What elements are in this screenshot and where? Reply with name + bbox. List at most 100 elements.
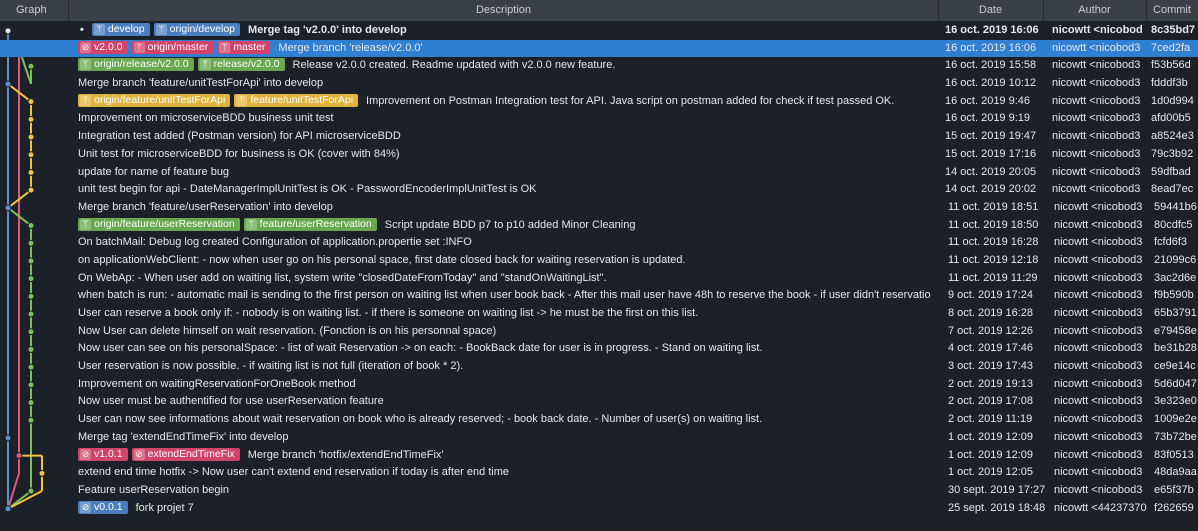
badge-label: v2.0.0 <box>94 40 123 53</box>
commit-row[interactable]: • ᛘ develop ᛘ origin/develop Merge tag 'v2.0.… <box>0 22 1198 40</box>
branch-badge[interactable]: ᛘ feature/unitTestForApi <box>234 93 359 107</box>
tag-badge[interactable]: ⊘ v1.0.1 <box>78 447 128 461</box>
column-header-graph[interactable]: Graph <box>0 0 69 21</box>
commit-author: nicowtt <nicobod3 <box>1052 147 1141 160</box>
commit-row[interactable]: ⊘ v0.0.1 fork projet 7 25 sept. 2019 18:48 n… <box>0 500 1198 518</box>
branch-badge[interactable]: ᛘ develop <box>91 23 150 36</box>
commit-row[interactable]: Integration test added (Postman version)… <box>0 128 1198 146</box>
commit-date: 16 oct. 2019 9:46 <box>945 94 1031 107</box>
commit-hash: ce9e14c <box>1154 360 1196 373</box>
commit-description: Improvement on waitingReservationForOneB… <box>78 376 938 394</box>
column-header-description[interactable]: Description <box>69 0 939 21</box>
commit-row[interactable]: Now user can see on his personalSpace: -… <box>0 340 1198 358</box>
commit-date: 2 oct. 2019 11:19 <box>948 413 1033 426</box>
commit-row[interactable]: On batchMail: Debug log created Configur… <box>0 234 1198 252</box>
commit-hash: f53b56d <box>1151 59 1191 72</box>
commit-row[interactable]: User can now see informations about wait… <box>0 411 1198 429</box>
badge-label: origin/feature/userReservation <box>94 217 235 230</box>
commit-author: nicowtt <nicobod3 <box>1052 77 1141 90</box>
commit-date: 2 oct. 2019 17:08 <box>948 395 1034 408</box>
commit-row[interactable]: Improvement on waitingReservationForOneB… <box>0 376 1198 394</box>
commit-row[interactable]: Merge branch 'feature/userReservation' i… <box>0 199 1198 217</box>
commit-message: fork projet 7 <box>135 501 194 514</box>
commit-date: 15 oct. 2019 17:16 <box>945 147 1037 160</box>
commit-row[interactable]: unit test begin for api - DateManagerImp… <box>0 181 1198 199</box>
branch-badge[interactable]: ᛘ origin/feature/userReservation <box>78 217 240 231</box>
commit-hash: 7ced2fa <box>1151 41 1191 54</box>
commit-date: 11 oct. 2019 18:50 <box>948 218 1039 231</box>
commit-row[interactable]: update for name of feature bug 14 oct. 20… <box>0 164 1198 182</box>
commit-description: On batchMail: Debug log created Configur… <box>78 234 938 252</box>
commit-date: 1 oct. 2019 12:09 <box>948 448 1034 461</box>
commit-row[interactable]: User can reserve a book only if: - nobod… <box>0 305 1198 323</box>
commit-row[interactable]: ᛘ origin/release/v2.0.0 ᛘ release/v2.0.0 Rel… <box>0 57 1198 75</box>
commit-author: nicowtt <nicobod3 <box>1054 307 1143 319</box>
commit-row[interactable]: ⊘ v1.0.1 ⊘ extendEndTimeFix Merge branch 'ho… <box>0 447 1198 465</box>
badge-label: origin/feature/unitTestForApi <box>94 93 226 106</box>
commit-row[interactable]: ᛘ origin/feature/userReservation ᛘ feature/… <box>0 217 1198 235</box>
commit-date: 11 oct. 2019 11:29 <box>948 271 1038 284</box>
commit-list: • ᛘ develop ᛘ origin/develop Merge tag 'v2.0.… <box>0 22 1198 517</box>
commit-row[interactable]: Feature userReservation begin 30 sept. 20… <box>0 482 1198 500</box>
branch-badge[interactable]: ᛘ origin/release/v2.0.0 <box>78 58 194 72</box>
commit-description: Merge branch 'feature/unitTestForApi' in… <box>78 75 938 93</box>
commit-row[interactable]: On WebAp: - When user add on waiting lis… <box>0 270 1198 288</box>
commit-row[interactable]: ᛘ origin/feature/unitTestForApi ᛘ feature/u… <box>0 93 1198 111</box>
commit-row[interactable]: ⊘ v2.0.0 ᛘ origin/master ᛘ master Merge branch… <box>0 39 1198 58</box>
commit-hash: 3ac2d6e <box>1154 271 1197 284</box>
branch-badge[interactable]: ᛘ origin/develop <box>153 23 241 36</box>
column-header-date[interactable]: Date <box>938 0 1044 21</box>
commit-description: Merge branch 'feature/userReservation' i… <box>78 199 938 217</box>
tag-badge[interactable]: ⊘ v2.0.0 <box>78 40 128 54</box>
branch-icon: ᛘ <box>80 59 91 71</box>
commit-author: nicowtt <nicobod3 <box>1052 59 1141 72</box>
commit-row[interactable]: Now user must be authentified for use us… <box>0 393 1198 411</box>
commit-row[interactable]: Merge tag 'extendEndTimeFix' into develo… <box>0 429 1198 447</box>
commit-author: nicowtt <nicobod3 <box>1054 289 1143 302</box>
commit-message: Improvement on microserviceBDD business … <box>78 112 334 125</box>
commit-row[interactable]: User reservation is now possible. - if w… <box>0 358 1198 376</box>
branch-icon: ᛘ <box>236 94 248 106</box>
badge-label: origin/develop <box>169 23 236 35</box>
tag-badge[interactable]: ⊘ v0.0.1 <box>78 500 128 514</box>
commit-row[interactable]: extend end time hotfix -> Now user can't… <box>0 464 1198 482</box>
branch-badge[interactable]: ᛘ release/v2.0.0 <box>197 58 285 72</box>
tag-badge[interactable]: ⊘ extendEndTimeFix <box>131 447 240 461</box>
branch-badge[interactable]: ᛘ origin/master <box>131 40 214 54</box>
commit-message: User can reserve a book only if: - nobod… <box>78 307 699 319</box>
commit-hash: 8ead7ec <box>1151 183 1194 196</box>
commit-author: nicowtt <nicobod3 <box>1054 360 1143 373</box>
commit-message: Now user can see on his personalSpace: -… <box>78 342 763 355</box>
commit-row[interactable]: Merge branch 'feature/unitTestForApi' in… <box>0 75 1198 93</box>
commit-author: nicowtt <nicobod3 <box>1052 94 1141 107</box>
badge-label: feature/unitTestForApi <box>250 93 354 106</box>
commit-date: 1 oct. 2019 12:09 <box>948 430 1034 443</box>
commit-description: ⊘ v2.0.0 ᛘ origin/master ᛘ master Merge branch… <box>78 40 938 58</box>
commit-hash: 1009e2e <box>1154 413 1197 426</box>
branch-badge[interactable]: ᛘ master <box>217 40 271 54</box>
tag-icon: ⊘ <box>80 501 91 513</box>
commit-row[interactable]: Improvement on microserviceBDD business … <box>0 110 1198 128</box>
commit-hash: a8524e3 <box>1151 130 1194 143</box>
commit-row[interactable]: on applicationWebClient: - now when user… <box>0 252 1198 270</box>
commit-author: nicowtt <nicobod3 <box>1054 483 1143 496</box>
commit-author: nicowtt <nicobod3 <box>1054 342 1143 355</box>
commit-date: 3 oct. 2019 17:43 <box>948 360 1034 373</box>
tag-icon: ⊘ <box>80 41 91 53</box>
commit-message: Merge branch 'release/v2.0.0' <box>278 41 423 54</box>
branch-badge[interactable]: ᛘ origin/feature/unitTestForApi <box>78 93 231 107</box>
column-header-author[interactable]: Author <box>1043 0 1147 21</box>
commit-message: On batchMail: Debug log created Configur… <box>78 236 472 249</box>
commit-hash: 65b3791 <box>1154 307 1197 319</box>
commit-row[interactable]: when batch is run: - automatic mail is s… <box>0 287 1198 305</box>
commit-message: User can now see informations about wait… <box>78 413 763 426</box>
commit-author: nicowtt <nicobod3 <box>1054 377 1143 390</box>
commit-row[interactable]: Now User can delete himself on wait rese… <box>0 323 1198 341</box>
commit-row[interactable]: Unit test for microserviceBDD for busine… <box>0 146 1198 164</box>
commit-author: nicowtt <nicobod <box>1052 24 1143 36</box>
commit-description: • ᛘ develop ᛘ origin/develop Merge tag 'v2.0.… <box>78 22 938 40</box>
branch-badge[interactable]: ᛘ feature/userReservation <box>243 217 377 231</box>
column-header-commit[interactable]: Commit <box>1146 0 1198 21</box>
commit-author: nicowtt <nicobod3 <box>1052 112 1141 125</box>
commit-description: ⊘ v1.0.1 ⊘ extendEndTimeFix Merge branch 'ho… <box>78 447 938 465</box>
